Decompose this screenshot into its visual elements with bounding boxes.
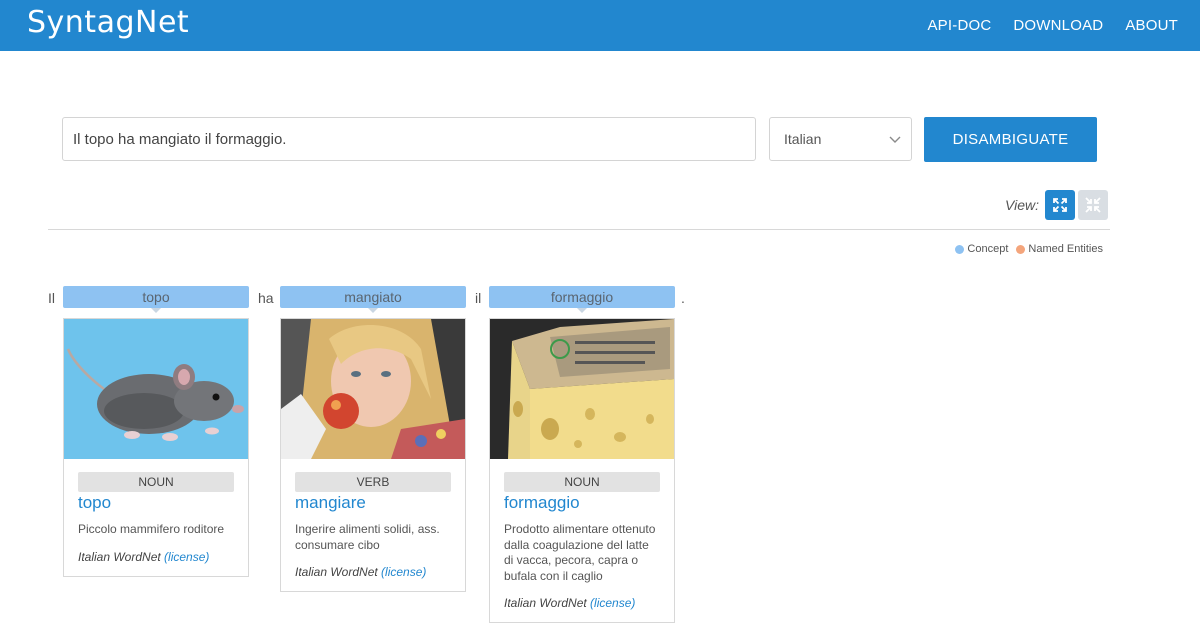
token-concept-label: topo [142,289,170,305]
token-concept-tag[interactable]: topo [63,286,249,313]
sentence-input[interactable] [62,117,756,161]
caret-icon [151,308,161,313]
caret-icon [368,308,378,313]
source-name: Italian WordNet [504,596,587,610]
divider [48,229,1110,230]
girl-eating-apple-image [281,319,465,459]
token-concept-tag[interactable]: formaggio [489,286,675,313]
legend-concept: Concept [955,243,1008,255]
sense-lemma-link[interactable]: mangiare [295,493,451,513]
token-concept-tag[interactable]: mangiato [280,286,466,313]
legend-named-entities-label: Named Entities [1028,243,1103,255]
pos-badge: VERB [295,472,451,492]
expand-view-button[interactable] [1045,190,1075,220]
sense-gloss: Piccolo mammifero roditore [78,522,225,536]
sense-gloss: Ingerire alimenti solidi, ass. consumare… [295,522,440,552]
pos-badge: NOUN [504,472,660,492]
source-name: Italian WordNet [295,565,378,579]
legend-concept-label: Concept [967,243,1009,255]
top-navbar: SyntagNet API-DOC DOWNLOAD ABOUT [0,0,1200,51]
disambiguate-button[interactable]: DISAMBIGUATE [924,117,1097,162]
sense-lemma-link[interactable]: topo [78,493,234,513]
mouse-image [64,319,248,459]
nav-menu: API-DOC DOWNLOAD ABOUT [927,0,1178,51]
license-link[interactable]: (license) [381,565,426,579]
sense-card: VERB mangiare Ingerire alimenti solidi, … [280,318,466,592]
cheese-image [490,319,674,459]
license-link[interactable]: (license) [164,550,209,564]
token-plain: Il [48,290,55,306]
source-name: Italian WordNet [78,549,161,564]
token-concept-label: formaggio [550,289,614,305]
legend-named-entities: Named Entities [1016,243,1103,255]
sense-card: NOUN topo Piccolo mammifero roditore Ita… [63,318,249,577]
sense-card: NOUN formaggio Prodotto alimentare otten… [489,318,675,623]
token-plain: . [681,290,685,306]
sense-gloss: Prodotto alimentare ottenuto dalla coagu… [504,522,656,583]
concept-dot-icon [955,244,965,254]
expand-icon [1053,198,1067,212]
sense-source: Italian WordNet (license) [295,565,451,579]
license-link[interactable]: (license) [590,596,635,610]
nav-api-doc[interactable]: API-DOC [927,17,991,34]
caret-icon [577,308,587,313]
sense-source: Italian WordNet (license) [78,550,234,564]
language-select[interactable]: Italian [769,117,912,161]
named-entity-dot-icon [1016,244,1026,254]
language-select-value: Italian [784,131,822,147]
pos-badge: NOUN [78,472,234,492]
legend: Concept Named Entities [955,243,1103,255]
nav-download[interactable]: DOWNLOAD [1013,17,1103,34]
collapse-icon [1085,197,1101,213]
chevron-down-icon [889,136,901,143]
sense-lemma-link[interactable]: formaggio [504,493,660,513]
token-plain: ha [258,290,274,306]
brand-logo[interactable]: SyntagNet [27,4,189,42]
token-plain: il [475,290,482,306]
token-concept-label: mangiato [344,289,402,305]
sense-source: Italian WordNet (license) [504,596,660,610]
view-label: View: [1005,197,1039,213]
nav-about[interactable]: ABOUT [1125,17,1178,34]
collapse-view-button[interactable] [1078,190,1108,220]
